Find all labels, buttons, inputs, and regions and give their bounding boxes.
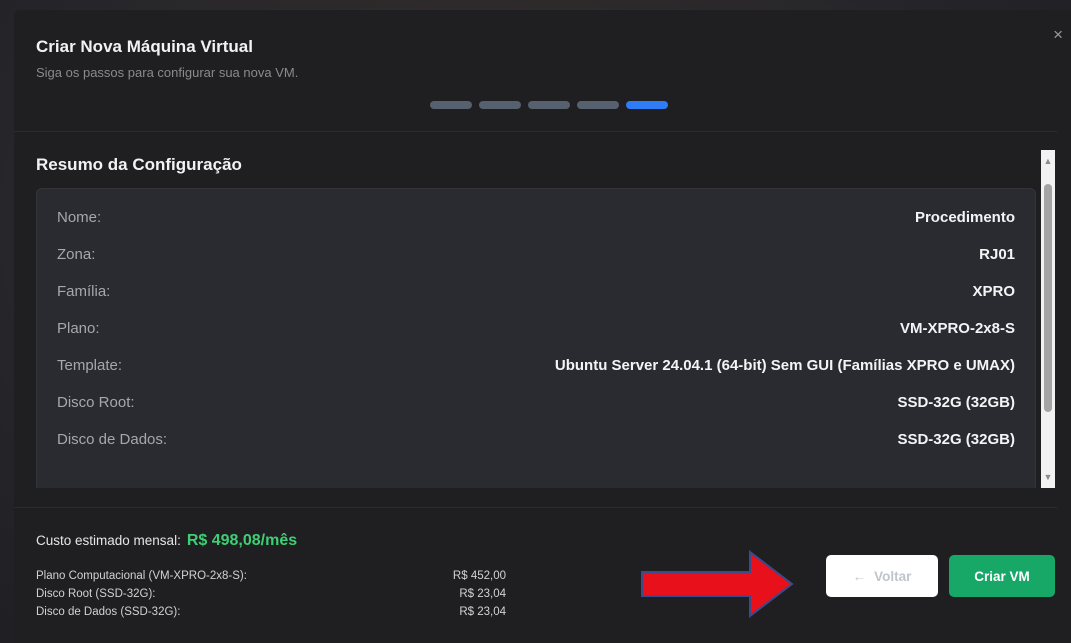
breakdown-value: R$ 23,04 (459, 588, 506, 600)
summary-title: Resumo da Configuração (36, 155, 242, 174)
row-value: Ubuntu Server 24.04.1 (64-bit) Sem GUI (… (554, 357, 1015, 374)
row-label: Zona: (57, 246, 96, 263)
scrollbar-thumb[interactable] (1044, 184, 1052, 412)
step-5-active (626, 101, 668, 109)
summary-row-name: Nome: Procedimento (57, 199, 1015, 236)
step-4 (577, 101, 619, 109)
scroll-up-icon[interactable]: ▲ (1041, 154, 1055, 168)
summary-card: Nome: Procedimento Zona: RJ01 Família: X… (36, 188, 1036, 488)
step-indicator (430, 101, 668, 109)
summary-row-plan: Plano: VM-XPRO-2x8-S (57, 310, 1015, 347)
row-label: Nome: (57, 209, 102, 226)
divider (14, 507, 1057, 508)
breakdown-value: R$ 23,04 (459, 606, 506, 618)
arrow-left-icon: ← (852, 568, 867, 584)
row-value: SSD-32G (32GB) (897, 394, 1015, 411)
modal-title: Criar Nova Máquina Virtual (36, 37, 253, 56)
row-value: SSD-32G (32GB) (897, 431, 1015, 448)
breakdown-row: Plano Computacional (VM-XPRO-2x8-S): R$ … (36, 567, 516, 585)
step-3 (528, 101, 570, 109)
row-value: RJ01 (979, 246, 1015, 263)
cost-label: Custo estimado mensal: (36, 533, 181, 548)
breakdown-row: Disco Root (SSD-32G): R$ 23,04 (36, 585, 516, 603)
row-value: XPRO (972, 283, 1015, 300)
breakdown-value: R$ 452,00 (452, 570, 506, 582)
summary-row-family: Família: XPRO (57, 273, 1015, 310)
breakdown-name: Disco Root (SSD-32G): (36, 588, 156, 600)
row-label: Disco de Dados: (57, 431, 168, 448)
row-label: Template: (57, 357, 123, 374)
summary-row-root-disk: Disco Root: SSD-32G (32GB) (57, 384, 1015, 421)
breakdown-name: Plano Computacional (VM-XPRO-2x8-S): (36, 570, 247, 582)
create-vm-button[interactable]: Criar VM (949, 555, 1055, 597)
row-value: VM-XPRO-2x8-S (899, 320, 1015, 337)
row-value: Procedimento (914, 209, 1015, 226)
step-1 (430, 101, 472, 109)
breakdown-row: Disco de Dados (SSD-32G): R$ 23,04 (36, 603, 516, 621)
row-label: Disco Root: (57, 394, 135, 411)
breakdown-name: Disco de Dados (SSD-32G): (36, 606, 181, 618)
row-label: Plano: (57, 320, 100, 337)
create-vm-modal: × Criar Nova Máquina Virtual Siga os pas… (14, 10, 1071, 643)
summary-scroll-area[interactable]: Nome: Procedimento Zona: RJ01 Família: X… (36, 188, 1036, 488)
step-2 (479, 101, 521, 109)
vertical-scrollbar[interactable]: ▲ ▼ (1041, 150, 1055, 488)
modal-subtitle: Siga os passos para configurar sua nova … (36, 65, 299, 80)
back-button-label: Voltar (874, 568, 912, 584)
cost-value: R$ 498,08/mês (186, 532, 298, 549)
cost-breakdown: Plano Computacional (VM-XPRO-2x8-S): R$ … (36, 567, 516, 621)
scroll-down-icon[interactable]: ▼ (1041, 470, 1055, 484)
estimated-cost: Custo estimado mensal: R$ 498,08/mês (36, 532, 297, 550)
annotation-arrow-icon (641, 550, 794, 618)
divider (14, 131, 1057, 132)
close-icon[interactable]: × (1053, 26, 1063, 43)
summary-row-data-disk: Disco de Dados: SSD-32G (32GB) (57, 421, 1015, 458)
summary-row-zone: Zona: RJ01 (57, 236, 1015, 273)
back-button[interactable]: ← Voltar (826, 555, 938, 597)
summary-row-template: Template: Ubuntu Server 24.04.1 (64-bit)… (57, 347, 1015, 384)
row-label: Família: (57, 283, 111, 300)
